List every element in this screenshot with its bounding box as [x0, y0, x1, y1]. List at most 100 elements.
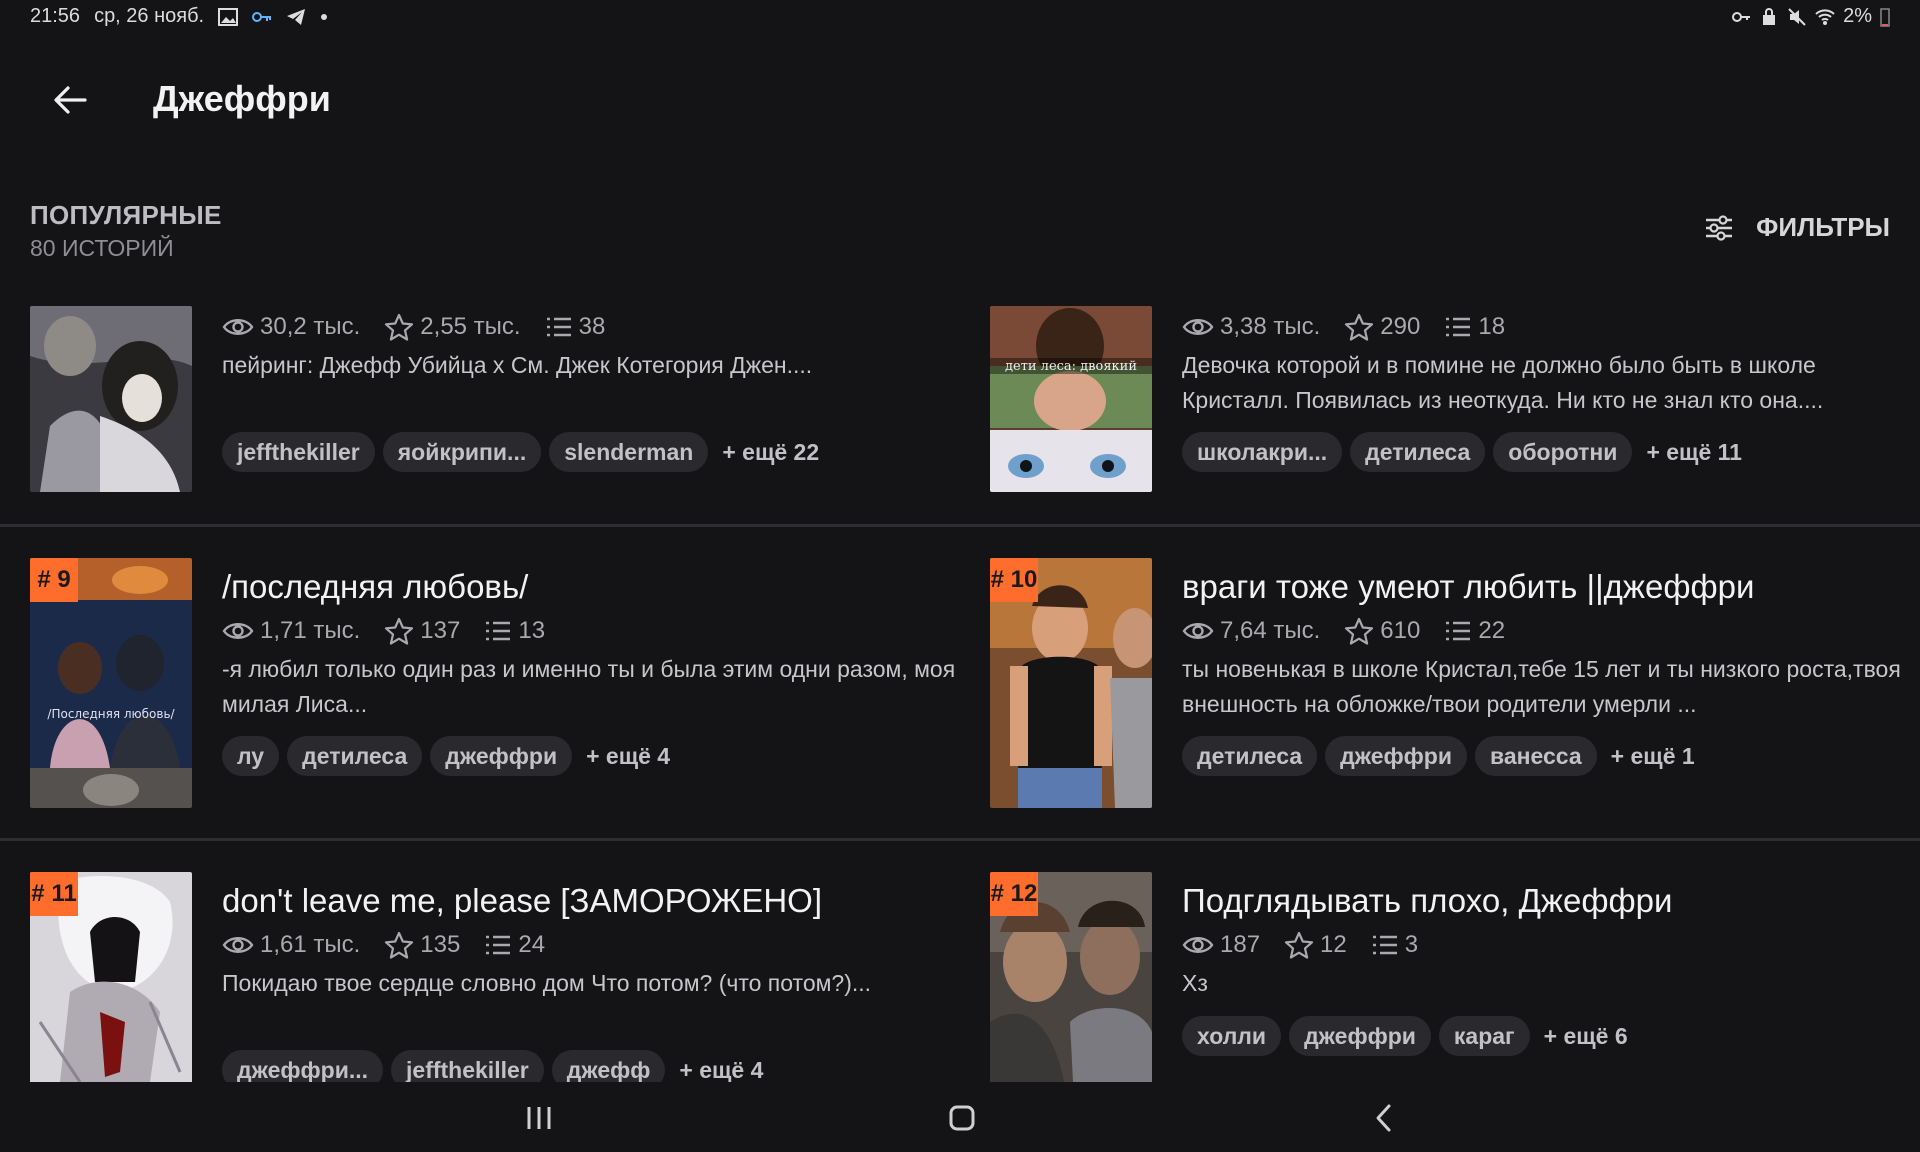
views-count: 30,2 тыс.	[260, 313, 361, 340]
story-card[interactable]: /Последняя любовь/ # 9 /последняя любовь…	[30, 558, 970, 808]
list-icon	[486, 621, 511, 641]
story-card[interactable]: # 12 Подглядывать плохо, Джеффри 187 12 …	[990, 872, 1920, 1082]
eye-icon	[222, 319, 254, 335]
recent-apps-button[interactable]	[517, 1096, 561, 1140]
rank-badge: # 12	[990, 872, 1038, 916]
tag-chip[interactable]: jeffthekiller	[391, 1050, 544, 1082]
tag-chip[interactable]: караг	[1438, 1016, 1530, 1056]
story-stats: 1,61 тыс. 135 24	[222, 928, 962, 962]
system-back-button[interactable]	[1362, 1096, 1406, 1140]
tag-chip[interactable]: джеффри	[430, 736, 573, 776]
views-count: 3,38 тыс.	[1220, 313, 1321, 340]
story-stats: 3,38 тыс. 290 18	[1182, 310, 1920, 344]
tag-row: холли джеффри караг + ещё 6	[1182, 1016, 1920, 1056]
story-card[interactable]: # 10 враги тоже умеют любить ||джеффри 7…	[990, 558, 1920, 808]
stars-count: 137	[420, 617, 461, 644]
tag-chip[interactable]: детилеса	[287, 736, 423, 776]
tag-chip[interactable]: лу	[222, 736, 280, 776]
star-icon	[385, 313, 414, 341]
story-cover	[30, 306, 192, 492]
divider	[0, 524, 1920, 527]
tag-row: jeffthekiller яойкрипи... slenderman + е…	[222, 432, 962, 472]
more-tags[interactable]: + ещё 1	[1611, 743, 1695, 770]
parts-count: 22	[1478, 617, 1506, 644]
list-icon	[1446, 621, 1471, 641]
home-button[interactable]	[940, 1096, 984, 1140]
list-icon	[1446, 317, 1471, 337]
views-count: 1,71 тыс.	[260, 617, 361, 644]
eye-icon	[222, 937, 254, 953]
tag-chip[interactable]: slenderman	[549, 432, 709, 472]
story-title[interactable]: don't leave me, please [ЗАМОРОЖЕНО]	[222, 882, 962, 922]
recents-icon	[527, 1107, 551, 1129]
story-stats: 7,64 тыс. 610 22	[1182, 614, 1920, 648]
tag-chip[interactable]: джеффри...	[222, 1050, 384, 1082]
story-cover: /Последняя любовь/ # 9	[30, 558, 192, 808]
story-title[interactable]: /последняя любовь/	[222, 568, 962, 608]
parts-count: 24	[518, 931, 546, 958]
parts-count: 3	[1404, 931, 1419, 958]
stars-count: 2,55 тыс.	[420, 313, 521, 340]
stars-count: 12	[1320, 931, 1347, 958]
story-title[interactable]: Подглядывать плохо, Джеффри	[1182, 882, 1920, 922]
tag-chip[interactable]: яойкрипи...	[382, 432, 542, 472]
story-cover: # 10	[990, 558, 1152, 808]
cover-caption: дети леса: двоякий	[1005, 359, 1137, 374]
list-icon	[1372, 935, 1397, 955]
views-count: 1,61 тыс.	[260, 931, 361, 958]
story-card[interactable]: дети леса: двоякий 3,38 тыс. 290 18 Дево…	[990, 306, 1920, 556]
story-description: -я любил только один раз и именно ты и б…	[222, 656, 956, 717]
stars-count: 290	[1380, 313, 1421, 340]
star-icon	[1345, 313, 1374, 341]
star-icon	[1345, 617, 1374, 645]
tag-row: школакри... детилеса оборотни + ещё 11	[1182, 432, 1920, 472]
cover-caption: /Последняя любовь/	[47, 707, 175, 721]
tag-chip[interactable]: jeffthekiller	[222, 432, 375, 472]
story-stats: 1,71 тыс. 137 13	[222, 614, 962, 648]
story-description: ты новенькая в школе Кристал,тебе 15 лет…	[1182, 656, 1901, 717]
tag-row: детилеса джеффри ванесса + ещё 1	[1182, 736, 1920, 776]
story-title[interactable]: враги тоже умеют любить ||джеффри	[1182, 568, 1920, 608]
story-cover: # 11	[30, 872, 192, 1082]
system-nav-bar	[0, 1082, 1920, 1152]
tag-chip[interactable]: джеффри	[1289, 1016, 1431, 1056]
rank-badge: # 10	[990, 558, 1038, 602]
more-tags[interactable]: + ещё 4	[586, 743, 670, 770]
chevron-left-icon	[1376, 1104, 1391, 1132]
list-icon	[546, 317, 571, 337]
eye-icon	[1182, 623, 1214, 639]
tag-chip[interactable]: джеффри	[1325, 736, 1467, 776]
story-card[interactable]: 30,2 тыс. 2,55 тыс. 38 пейринг: Джефф Уб…	[30, 306, 970, 556]
cover-image	[30, 306, 192, 492]
story-card[interactable]: # 11 don't leave me, please [ЗАМОРОЖЕНО]…	[30, 872, 970, 1082]
tag-chip[interactable]: детилеса	[1182, 736, 1318, 776]
tag-row: джеффри... jeffthekiller джефф + ещё 4	[222, 1050, 962, 1082]
parts-count: 18	[1478, 313, 1506, 340]
list-icon	[486, 935, 511, 955]
eye-icon	[1182, 937, 1214, 953]
rank-badge: # 9	[30, 558, 78, 602]
story-description: пейринг: Джефф Убийца х См. Джек Котегор…	[222, 352, 813, 378]
story-stats: 30,2 тыс. 2,55 тыс. 38	[222, 310, 962, 344]
tag-chip[interactable]: оборотни	[1493, 432, 1633, 472]
tag-chip[interactable]: детилеса	[1350, 432, 1486, 472]
stars-count: 135	[420, 931, 461, 958]
more-tags[interactable]: + ещё 22	[722, 439, 819, 466]
tag-chip[interactable]: школакри...	[1182, 432, 1343, 472]
more-tags[interactable]: + ещё 6	[1544, 1023, 1628, 1050]
views-count: 187	[1220, 931, 1261, 958]
more-tags[interactable]: + ещё 11	[1646, 439, 1742, 466]
tag-chip[interactable]: холли	[1182, 1016, 1282, 1056]
divider	[0, 838, 1920, 841]
tag-chip[interactable]: джефф	[551, 1050, 666, 1082]
rank-badge: # 11	[30, 872, 78, 916]
tag-chip[interactable]: ванесса	[1475, 736, 1597, 776]
star-icon	[385, 617, 414, 645]
story-description: Хз	[1182, 970, 1208, 996]
story-list: 30,2 тыс. 2,55 тыс. 38 пейринг: Джефф Уб…	[0, 0, 1920, 1082]
more-tags[interactable]: + ещё 4	[679, 1057, 763, 1083]
eye-icon	[1182, 319, 1214, 335]
eye-icon	[222, 623, 254, 639]
story-description: Девочка которой и в помине не должно был…	[1182, 352, 1824, 413]
star-icon	[1284, 931, 1314, 959]
